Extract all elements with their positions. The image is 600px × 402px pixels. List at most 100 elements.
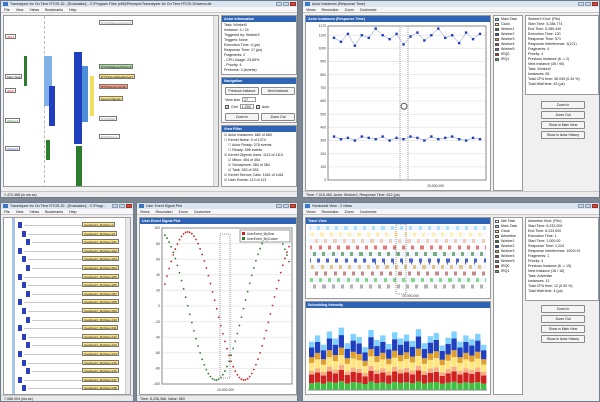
intensity-bar[interactable]: [368, 349, 374, 357]
trace-event[interactable]: [417, 252, 418, 256]
intensity-bar[interactable]: [380, 335, 386, 342]
intensity-bar[interactable]: [445, 337, 451, 345]
data-point[interactable]: [201, 358, 204, 361]
exec-bar[interactable]: [76, 146, 82, 186]
trace-event[interactable]: [468, 245, 469, 250]
trace-event[interactable]: [422, 245, 423, 250]
intensity-bar[interactable]: [421, 371, 428, 376]
data-point[interactable]: [281, 243, 284, 246]
trace-event[interactable]: [452, 265, 453, 269]
trace-event[interactable]: [481, 252, 482, 256]
trace-event[interactable]: [318, 258, 319, 263]
trace-event[interactable]: [469, 278, 470, 282]
intensity-bar[interactable]: [380, 352, 386, 360]
trace-event[interactable]: [403, 278, 404, 282]
intensity-bar[interactable]: [427, 368, 433, 373]
data-point[interactable]: [242, 307, 245, 310]
trace-event[interactable]: [418, 271, 419, 276]
trace-event[interactable]: [464, 271, 465, 276]
intensity-bar[interactable]: [338, 370, 344, 382]
data-point[interactable]: [277, 279, 280, 282]
intensity-bar[interactable]: [481, 350, 487, 360]
trace-event[interactable]: [337, 278, 338, 282]
trace-event[interactable]: [334, 271, 335, 276]
exec-bar[interactable]: [18, 376, 22, 383]
trace-event[interactable]: [459, 232, 460, 237]
trace-event[interactable]: [401, 271, 402, 276]
intensity-bar[interactable]: [309, 357, 315, 363]
intensity-bar[interactable]: [362, 365, 368, 373]
trace-event[interactable]: [409, 271, 410, 276]
trace-event[interactable]: [385, 232, 386, 237]
trace-event[interactable]: [432, 265, 433, 269]
exec-bar[interactable]: [26, 368, 30, 375]
trace-event[interactable]: [459, 245, 460, 250]
trace-event[interactable]: [418, 239, 419, 243]
trace-event[interactable]: [432, 278, 433, 282]
data-point[interactable]: [346, 32, 350, 36]
data-point[interactable]: [170, 260, 173, 263]
trace-event[interactable]: [319, 226, 320, 230]
data-point[interactable]: [164, 283, 166, 286]
trace-event[interactable]: [334, 239, 335, 243]
actor-instances-plot[interactable]: Actor Instances (Response Time) 1170 1100…: [305, 15, 491, 191]
intensity-bar[interactable]: [445, 369, 451, 374]
trace-event[interactable]: [379, 252, 380, 256]
data-point[interactable]: [360, 135, 364, 138]
intensity-bar[interactable]: [415, 381, 422, 390]
intensity-bar[interactable]: [433, 371, 439, 383]
trace-event[interactable]: [365, 226, 366, 230]
trace-event[interactable]: [397, 284, 398, 289]
data-point[interactable]: [176, 243, 179, 245]
trace-event[interactable]: [340, 265, 341, 269]
trace-event[interactable]: [379, 284, 380, 289]
trace-event[interactable]: [381, 226, 382, 230]
exec-bar[interactable]: [22, 230, 26, 237]
trace-event[interactable]: [438, 271, 439, 276]
intensity-bar[interactable]: [338, 327, 344, 336]
trace-event[interactable]: [457, 226, 458, 230]
view-size-input[interactable]: 27: [242, 97, 257, 102]
intensity-bar[interactable]: [314, 382, 321, 390]
trace-event[interactable]: [424, 265, 425, 269]
data-point[interactable]: [217, 316, 220, 319]
intensity-bar[interactable]: [320, 344, 327, 351]
menu-zoom[interactable]: Zoom: [345, 7, 354, 12]
trace-event[interactable]: [332, 232, 333, 237]
menu-view[interactable]: View: [16, 209, 24, 214]
trace-event[interactable]: [375, 258, 376, 265]
exec-bar[interactable]: [18, 273, 22, 280]
exec-bar[interactable]: [22, 385, 26, 392]
trace-event[interactable]: [465, 258, 466, 265]
intensity-bar[interactable]: [374, 383, 380, 390]
trace-event[interactable]: [374, 245, 375, 250]
trace-event[interactable]: [400, 239, 401, 243]
data-point[interactable]: [395, 32, 398, 36]
trace-event[interactable]: [452, 284, 453, 289]
trace-event[interactable]: [388, 265, 389, 269]
maximize-button[interactable]: [283, 204, 289, 208]
intensity-bar[interactable]: [344, 358, 350, 364]
trace-event[interactable]: [380, 284, 381, 289]
trace-event[interactable]: [328, 278, 329, 282]
trace-event[interactable]: [480, 265, 481, 269]
trace-event[interactable]: [448, 258, 449, 263]
trace-event[interactable]: [464, 239, 465, 243]
trace-event[interactable]: [362, 252, 363, 256]
trace-event[interactable]: [400, 226, 401, 230]
trace-event[interactable]: [475, 271, 476, 276]
data-point[interactable]: [207, 372, 210, 375]
trace-event[interactable]: [386, 232, 387, 237]
trace-event[interactable]: [389, 239, 390, 243]
intensity-bar[interactable]: [326, 350, 333, 358]
trace-event[interactable]: [401, 226, 402, 230]
menu-file[interactable]: File: [4, 7, 10, 12]
trace-event[interactable]: [436, 239, 437, 243]
menu-customize[interactable]: Customize: [194, 209, 211, 214]
trace-event[interactable]: [356, 278, 357, 282]
data-point[interactable]: [464, 139, 468, 142]
menu-views[interactable]: Views: [306, 209, 316, 214]
trace-event[interactable]: [416, 252, 417, 256]
data-point[interactable]: [178, 238, 181, 241]
trace-event[interactable]: [431, 278, 432, 282]
